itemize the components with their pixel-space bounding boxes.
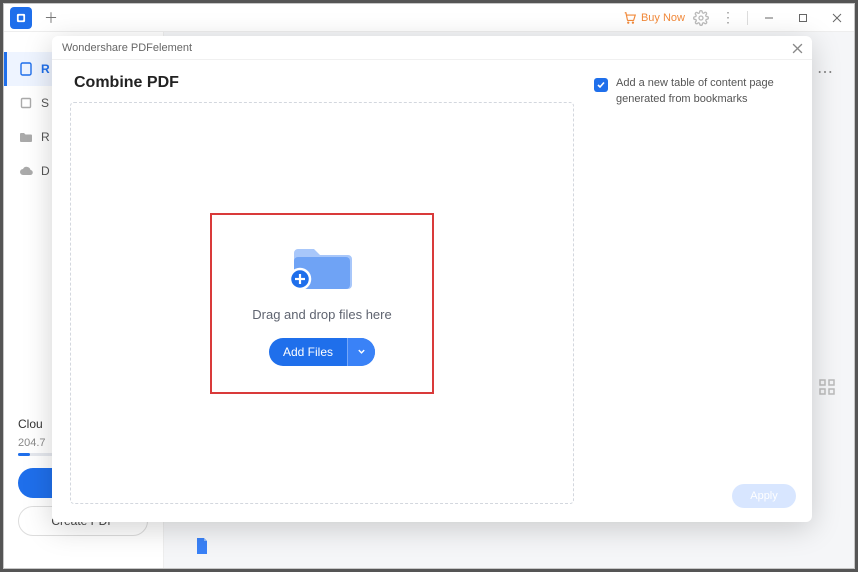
dropzone[interactable]: Drag and drop files here Add Files	[70, 102, 574, 504]
modal-options: Add a new table of content page generate…	[594, 74, 794, 504]
combine-pdf-modal: Wondershare PDFelement Combine PDF	[52, 36, 812, 522]
sidebar-item-label: R	[41, 130, 50, 144]
close-button[interactable]	[824, 7, 850, 29]
settings-icon[interactable]	[693, 10, 709, 26]
modal-body: Combine PDF	[52, 60, 812, 522]
page-more-icon[interactable]: ⋯	[817, 62, 834, 82]
modal-heading: Combine PDF	[74, 74, 574, 92]
app-window: ＋ Buy Now ⋮	[3, 3, 855, 569]
modal-title: Wondershare PDFelement	[62, 42, 192, 54]
cloud-icon	[19, 164, 33, 178]
apply-label: Apply	[750, 490, 778, 502]
dropzone-text: Drag and drop files here	[252, 307, 391, 322]
maximize-button[interactable]	[790, 7, 816, 29]
folder-add-icon	[252, 239, 391, 295]
add-files-split-button: Add Files	[269, 338, 375, 366]
toc-checkbox-row[interactable]: Add a new table of content page generate…	[594, 76, 794, 108]
doc-icon	[19, 62, 33, 76]
sidebar-item-label: S	[41, 96, 49, 110]
folder-icon	[19, 130, 33, 144]
buy-now-button[interactable]: Buy Now	[623, 11, 685, 25]
file-thumb-icon	[192, 536, 212, 556]
toc-label: Add a new table of content page generate…	[616, 76, 794, 108]
buy-now-label: Buy Now	[641, 12, 685, 24]
apply-button[interactable]: Apply	[732, 484, 796, 508]
modal-close-button[interactable]	[788, 39, 806, 57]
minimize-button[interactable]	[756, 7, 782, 29]
app-logo	[10, 7, 32, 29]
checkbox-checked-icon[interactable]	[594, 78, 608, 92]
sidebar-item-label: D	[41, 164, 50, 178]
new-tab-button[interactable]: ＋	[40, 7, 62, 29]
modal-footer: Apply	[732, 484, 796, 508]
square-icon	[19, 96, 33, 110]
sidebar-item-label: R	[41, 62, 50, 76]
add-files-button[interactable]: Add Files	[269, 338, 347, 366]
grid-view-icon[interactable]	[818, 378, 836, 396]
modal-titlebar: Wondershare PDFelement	[52, 36, 812, 60]
add-files-label: Add Files	[283, 345, 333, 359]
titlebar: ＋ Buy Now ⋮	[4, 4, 854, 32]
app-body: R S R D Clou 204	[4, 32, 854, 568]
divider	[747, 11, 748, 25]
more-menu-icon[interactable]: ⋮	[717, 9, 739, 26]
dropzone-highlight: Drag and drop files here Add Files	[210, 213, 433, 394]
add-files-dropdown[interactable]	[347, 338, 375, 366]
